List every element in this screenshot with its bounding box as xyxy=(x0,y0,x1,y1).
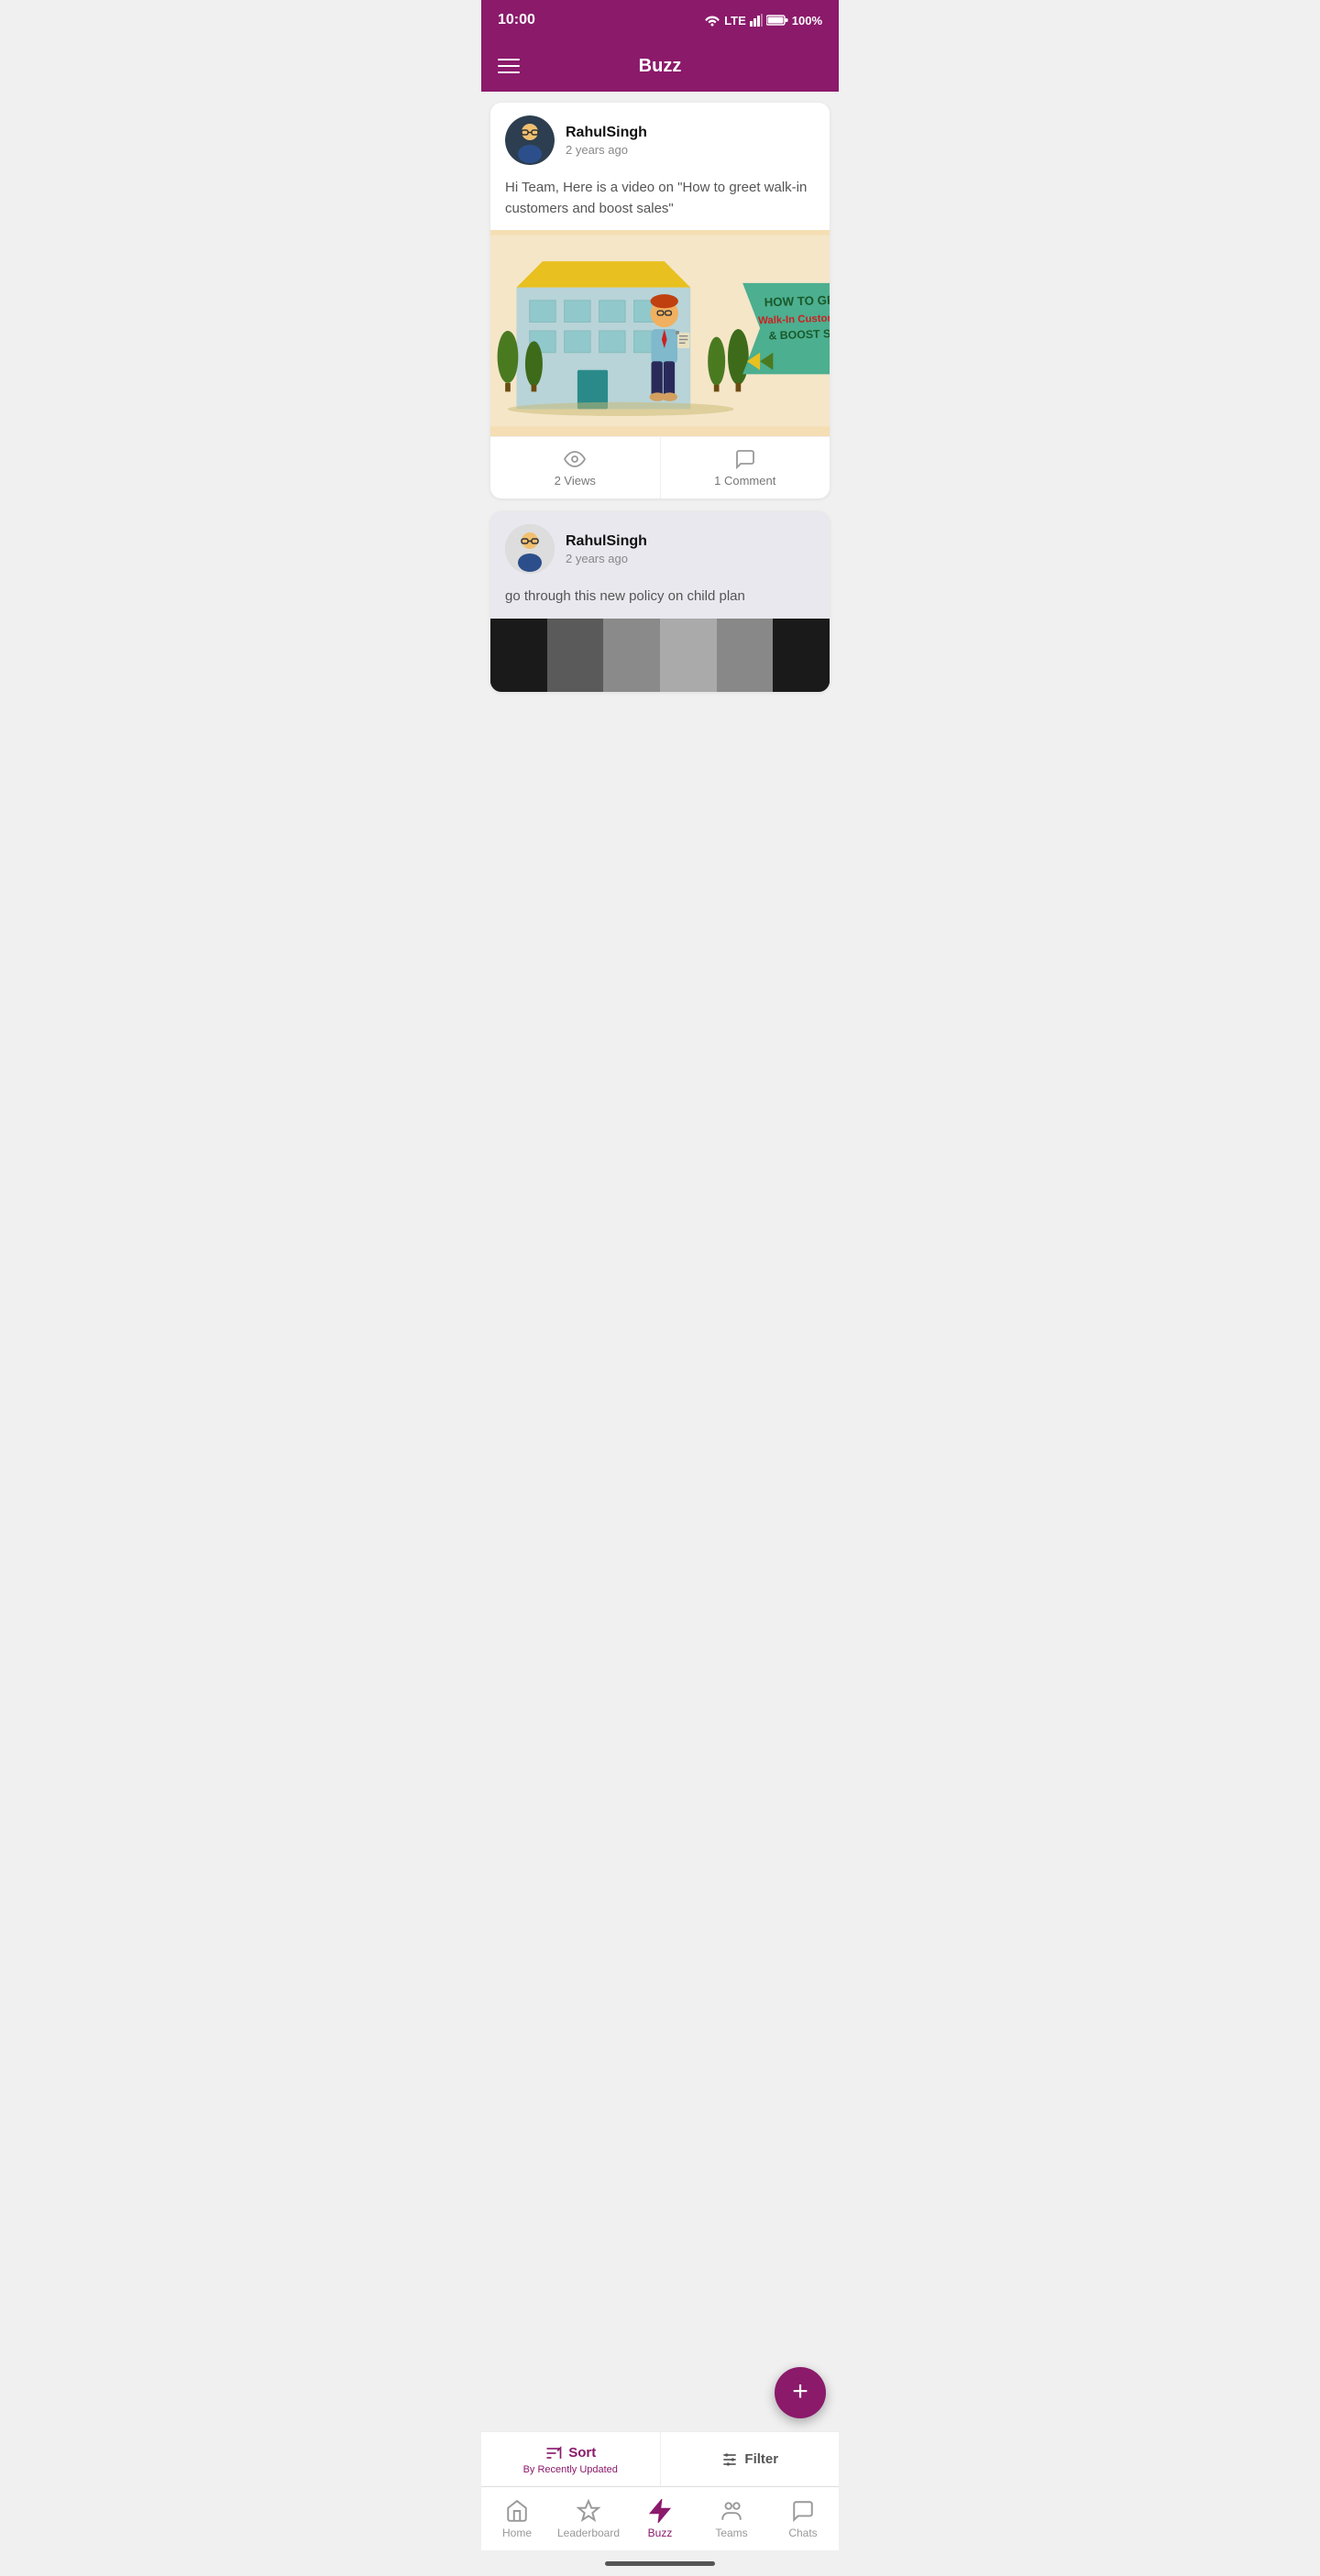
comments-count: 1 Comment xyxy=(714,474,776,488)
post-card-1: RahulSingh 2 years ago Hi Team, Here is … xyxy=(490,103,830,499)
filter-button[interactable]: Filter xyxy=(661,2432,840,2486)
avatar-2 xyxy=(505,524,555,574)
svg-text:HOW TO GREET: HOW TO GREET xyxy=(764,292,830,310)
nav-label-buzz: Buzz xyxy=(648,2527,673,2539)
main-content: RahulSingh 2 years ago Hi Team, Here is … xyxy=(481,92,839,2431)
fab-plus-icon: + xyxy=(792,2378,808,2406)
nav-item-teams[interactable]: Teams xyxy=(696,2487,767,2550)
eye-icon xyxy=(564,448,586,470)
post-footer-1: 2 Views 1 Comment xyxy=(490,436,830,499)
svg-text:& BOOST SALES: & BOOST SALES xyxy=(768,326,830,343)
comments-stat[interactable]: 1 Comment xyxy=(661,437,830,499)
home-indicator xyxy=(481,2550,839,2576)
lte-text: LTE xyxy=(724,14,746,27)
page-title: Buzz xyxy=(639,56,682,77)
svg-text:Walk-In Customers: Walk-In Customers xyxy=(758,312,830,327)
video-thumbnail-1[interactable]: HOW TO GREET Walk-In Customers & BOOST S… xyxy=(490,230,830,436)
nav-label-chats: Chats xyxy=(788,2527,817,2539)
post-author-2: RahulSingh xyxy=(566,533,647,550)
filter-label: Filter xyxy=(744,2451,778,2467)
buzz-icon xyxy=(648,2499,672,2523)
avatar-1 xyxy=(505,115,555,165)
post-header-1: RahulSingh 2 years ago xyxy=(490,103,830,174)
post-header-2: RahulSingh 2 years ago xyxy=(490,511,830,583)
teams-icon xyxy=(720,2499,743,2523)
battery-icon xyxy=(766,14,788,27)
nav-item-chats[interactable]: Chats xyxy=(767,2487,839,2550)
menu-button[interactable] xyxy=(498,59,520,73)
signal-icon xyxy=(750,14,763,27)
fab-add-button[interactable]: + xyxy=(775,2367,826,2418)
chats-icon xyxy=(791,2499,815,2523)
sort-filter-bar: Sort By Recently Updated Filter xyxy=(481,2431,839,2486)
home-indicator-bar xyxy=(605,2561,715,2566)
post-image-strip xyxy=(490,619,830,692)
nav-label-home: Home xyxy=(502,2527,532,2539)
status-time: 10:00 xyxy=(498,12,535,28)
nav-item-home[interactable]: Home xyxy=(481,2487,553,2550)
leaderboard-icon xyxy=(577,2499,600,2523)
home-icon xyxy=(505,2499,529,2523)
views-count: 2 Views xyxy=(555,474,596,488)
battery-text: 100% xyxy=(792,14,822,27)
bottom-nav: Home Leaderboard Buzz Teams Chats xyxy=(481,2486,839,2550)
sort-icon xyxy=(544,2444,563,2462)
comment-icon xyxy=(734,448,756,470)
nav-label-leaderboard: Leaderboard xyxy=(557,2527,620,2539)
wifi-icon xyxy=(704,14,720,27)
nav-item-buzz[interactable]: Buzz xyxy=(624,2487,696,2550)
sort-button[interactable]: Sort By Recently Updated xyxy=(481,2432,661,2486)
post-card-2: RahulSingh 2 years ago go through this n… xyxy=(490,511,830,692)
sort-sublabel: By Recently Updated xyxy=(523,2464,618,2475)
status-icons: LTE 100% xyxy=(704,14,822,27)
sort-label: Sort xyxy=(568,2445,596,2461)
status-bar: 10:00 LTE 100% xyxy=(481,0,839,40)
post-time-2: 2 years ago xyxy=(566,552,647,565)
post-text-1: Hi Team, Here is a video on "How to gree… xyxy=(490,174,830,230)
filter-icon xyxy=(720,2450,739,2469)
nav-item-leaderboard[interactable]: Leaderboard xyxy=(553,2487,624,2550)
post-text-2: go through this new policy on child plan xyxy=(490,583,830,619)
post-time-1: 2 years ago xyxy=(566,143,647,157)
views-stat[interactable]: 2 Views xyxy=(490,437,660,499)
app-header: Buzz xyxy=(481,40,839,92)
nav-label-teams: Teams xyxy=(715,2527,747,2539)
post-author-1: RahulSingh xyxy=(566,125,647,141)
